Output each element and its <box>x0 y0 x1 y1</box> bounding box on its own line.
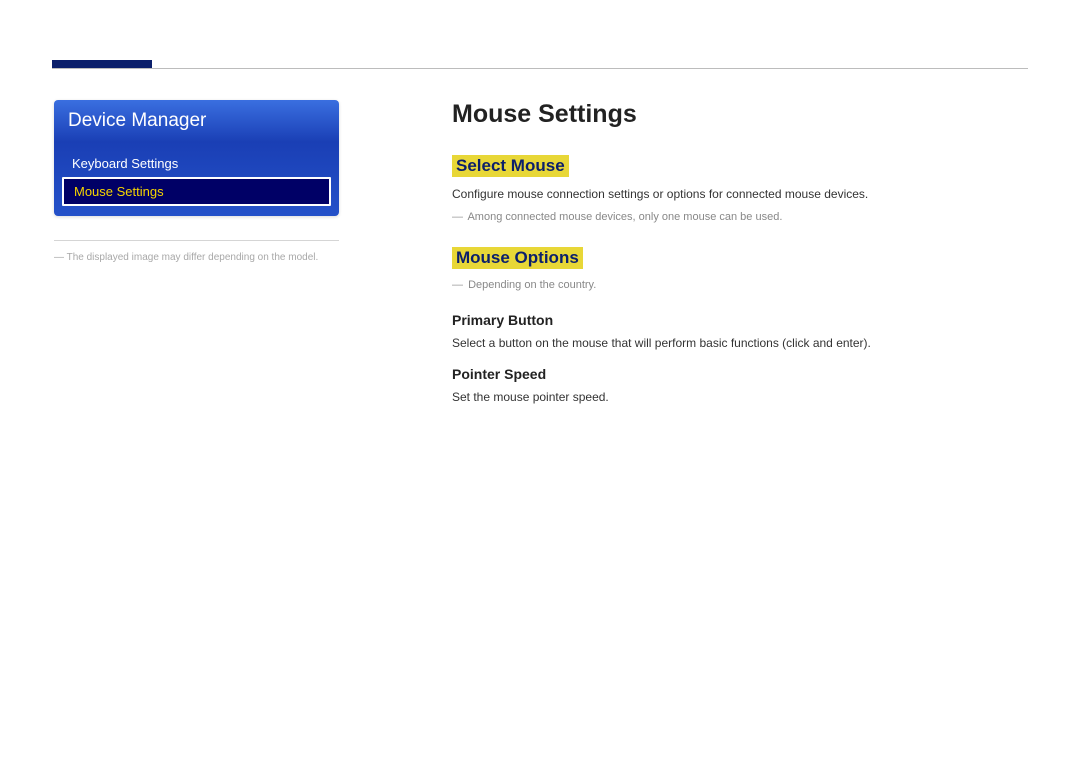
pointer-speed-text: Set the mouse pointer speed. <box>452 388 1020 406</box>
mouse-options-note-text: Depending on the country. <box>468 279 596 291</box>
primary-button-heading: Primary Button <box>452 312 1020 328</box>
select-mouse-note-text: Among connected mouse devices, only one … <box>467 211 782 223</box>
dash-icon: ― <box>54 252 64 263</box>
section-mouse-options: Mouse Options ― Depending on the country… <box>452 247 1020 407</box>
sidebar-header: Device Manager <box>54 100 339 142</box>
sidebar-note: ― The displayed image may differ dependi… <box>54 250 344 265</box>
header-divider <box>52 68 1028 69</box>
primary-button-text: Select a button on the mouse that will p… <box>452 334 1020 352</box>
main-content: Mouse Settings Select Mouse Configure mo… <box>452 100 1020 426</box>
mouse-options-heading: Mouse Options <box>452 247 583 269</box>
pointer-speed-heading: Pointer Speed <box>452 366 1020 382</box>
header-accent-bar <box>52 60 152 68</box>
sidebar-title: Device Manager <box>68 110 325 132</box>
page-title: Mouse Settings <box>452 100 1020 129</box>
select-mouse-note: ― Among connected mouse devices, only on… <box>452 209 1020 227</box>
sidebar-divider <box>54 240 339 241</box>
sidebar-note-text: The displayed image may differ depending… <box>67 252 319 263</box>
section-select-mouse: Select Mouse Configure mouse connection … <box>452 155 1020 227</box>
sidebar-item-keyboard-settings[interactable]: Keyboard Settings <box>58 150 335 177</box>
sidebar-item-mouse-settings[interactable]: Mouse Settings <box>62 177 331 206</box>
mouse-options-note: ― Depending on the country. <box>452 277 1020 295</box>
select-mouse-text: Configure mouse connection settings or o… <box>452 185 1020 203</box>
dash-icon: ― <box>452 279 463 291</box>
sidebar-panel: Device Manager Keyboard Settings Mouse S… <box>54 100 339 216</box>
sidebar-body: Keyboard Settings Mouse Settings <box>54 142 339 216</box>
select-mouse-heading: Select Mouse <box>452 155 569 177</box>
dash-icon: ― <box>452 211 463 223</box>
sidebar-item-label: Keyboard Settings <box>72 156 178 171</box>
sidebar-item-label: Mouse Settings <box>74 184 164 199</box>
